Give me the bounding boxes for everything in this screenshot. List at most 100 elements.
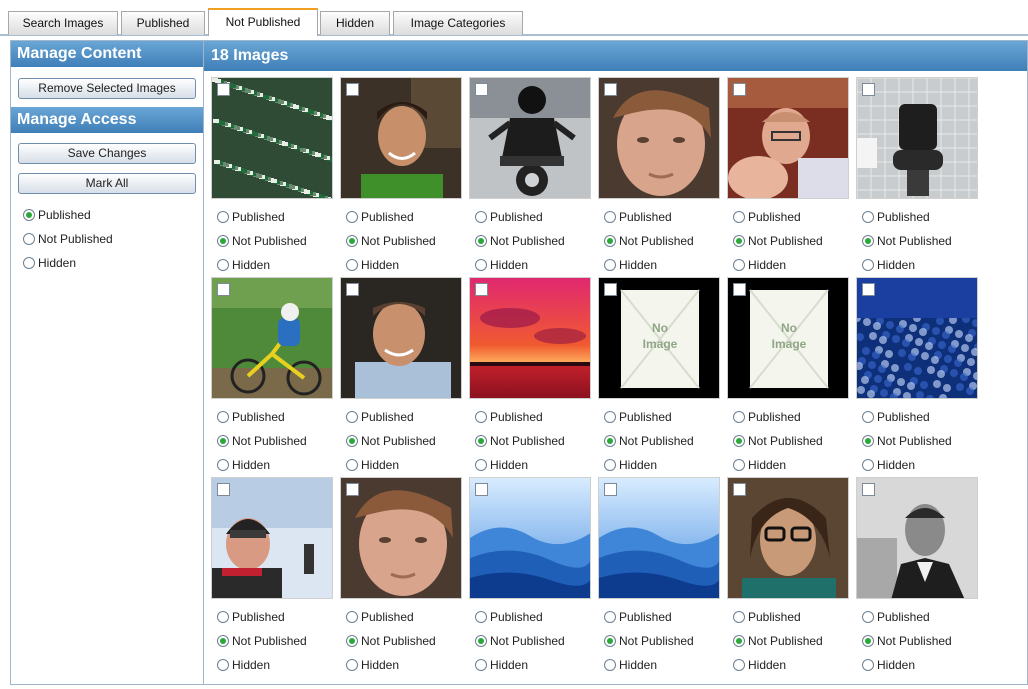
mark-all-button[interactable]: Mark All (18, 173, 196, 194)
status-option-published[interactable]: Published (346, 408, 414, 426)
remove-selected-images-button[interactable]: Remove Selected Images (18, 78, 196, 99)
status-option-not-published[interactable]: Not Published (733, 632, 823, 650)
image-thumbnail[interactable] (340, 77, 462, 199)
tab-search-images[interactable]: Search Images (8, 11, 118, 35)
select-image-checkbox[interactable] (733, 483, 746, 496)
status-option-hidden[interactable]: Hidden (346, 656, 399, 674)
radio-button[interactable] (604, 659, 616, 671)
radio-button[interactable] (604, 435, 616, 447)
status-option-published[interactable]: Published (346, 208, 414, 226)
radio-button[interactable] (217, 659, 229, 671)
radio-button[interactable] (862, 435, 874, 447)
select-image-checkbox[interactable] (862, 83, 875, 96)
status-option-hidden[interactable]: Hidden (475, 456, 528, 474)
radio-button[interactable] (475, 611, 487, 623)
status-option-published[interactable]: Published (475, 408, 543, 426)
select-image-checkbox[interactable] (217, 483, 230, 496)
radio-button[interactable] (475, 435, 487, 447)
image-thumbnail[interactable] (211, 277, 333, 399)
status-option-not-published[interactable]: Not Published (346, 232, 436, 250)
status-option-hidden[interactable]: Hidden (733, 256, 786, 274)
select-image-checkbox[interactable] (604, 283, 617, 296)
radio-button[interactable] (733, 235, 745, 247)
radio-button[interactable] (217, 411, 229, 423)
image-thumbnail[interactable] (856, 277, 978, 399)
status-option-not-published[interactable]: Not Published (217, 632, 307, 650)
status-option-published[interactable]: Published (862, 408, 930, 426)
radio-button[interactable] (346, 259, 358, 271)
status-option-hidden[interactable]: Hidden (217, 256, 270, 274)
radio-button[interactable] (217, 435, 229, 447)
save-changes-button[interactable]: Save Changes (18, 143, 196, 164)
status-option-not-published[interactable]: Not Published (346, 432, 436, 450)
status-option-not-published[interactable]: Not Published (604, 232, 694, 250)
radio-button[interactable] (862, 459, 874, 471)
status-option-not-published[interactable]: Not Published (862, 432, 952, 450)
select-image-checkbox[interactable] (733, 83, 746, 96)
tab-published[interactable]: Published (121, 11, 205, 35)
tab-not-published[interactable]: Not Published (208, 8, 318, 36)
status-option-not-published[interactable]: Not Published (475, 432, 565, 450)
radio-button[interactable] (862, 211, 874, 223)
status-option-published[interactable]: Published (604, 608, 672, 626)
radio-button[interactable] (475, 411, 487, 423)
radio-button[interactable] (862, 411, 874, 423)
radio-button[interactable] (217, 635, 229, 647)
radio-button[interactable] (733, 659, 745, 671)
image-thumbnail[interactable] (469, 277, 591, 399)
radio-button[interactable] (346, 459, 358, 471)
status-option-hidden[interactable]: Hidden (604, 656, 657, 674)
status-option-published[interactable]: Published (862, 608, 930, 626)
radio-button[interactable] (217, 259, 229, 271)
status-option-published[interactable]: Published (604, 208, 672, 226)
image-thumbnail[interactable] (598, 477, 720, 599)
image-thumbnail[interactable] (727, 477, 849, 599)
select-image-checkbox[interactable] (217, 283, 230, 296)
radio-button[interactable] (862, 611, 874, 623)
select-image-checkbox[interactable] (862, 283, 875, 296)
radio-button[interactable] (604, 635, 616, 647)
status-option-hidden[interactable]: Hidden (217, 656, 270, 674)
status-option-hidden[interactable]: Hidden (346, 456, 399, 474)
radio-button[interactable] (217, 235, 229, 247)
status-option-published[interactable]: Published (604, 408, 672, 426)
radio-button[interactable] (733, 211, 745, 223)
access-option-published[interactable]: Published (23, 206, 91, 224)
status-option-published[interactable]: Published (475, 208, 543, 226)
radio-button[interactable] (23, 233, 35, 245)
radio-button[interactable] (733, 611, 745, 623)
select-image-checkbox[interactable] (475, 483, 488, 496)
radio-button[interactable] (604, 259, 616, 271)
tab-hidden[interactable]: Hidden (320, 11, 390, 35)
radio-button[interactable] (475, 459, 487, 471)
radio-button[interactable] (733, 411, 745, 423)
status-option-hidden[interactable]: Hidden (217, 456, 270, 474)
status-option-not-published[interactable]: Not Published (604, 432, 694, 450)
select-image-checkbox[interactable] (475, 283, 488, 296)
radio-button[interactable] (346, 211, 358, 223)
radio-button[interactable] (733, 635, 745, 647)
status-option-published[interactable]: Published (733, 208, 801, 226)
radio-button[interactable] (475, 635, 487, 647)
radio-button[interactable] (346, 611, 358, 623)
status-option-hidden[interactable]: Hidden (604, 456, 657, 474)
select-image-checkbox[interactable] (346, 483, 359, 496)
radio-button[interactable] (862, 659, 874, 671)
status-option-not-published[interactable]: Not Published (862, 232, 952, 250)
radio-button[interactable] (604, 235, 616, 247)
image-thumbnail[interactable]: No Image (727, 277, 849, 399)
select-image-checkbox[interactable] (346, 283, 359, 296)
status-option-hidden[interactable]: Hidden (862, 256, 915, 274)
status-option-not-published[interactable]: Not Published (733, 232, 823, 250)
image-thumbnail[interactable] (469, 477, 591, 599)
radio-button[interactable] (733, 435, 745, 447)
radio-button[interactable] (604, 211, 616, 223)
image-thumbnail[interactable]: No Image (598, 277, 720, 399)
radio-button[interactable] (346, 659, 358, 671)
select-image-checkbox[interactable] (217, 83, 230, 96)
select-image-checkbox[interactable] (862, 483, 875, 496)
radio-button[interactable] (733, 259, 745, 271)
image-thumbnail[interactable] (340, 277, 462, 399)
status-option-not-published[interactable]: Not Published (475, 232, 565, 250)
status-option-hidden[interactable]: Hidden (862, 456, 915, 474)
